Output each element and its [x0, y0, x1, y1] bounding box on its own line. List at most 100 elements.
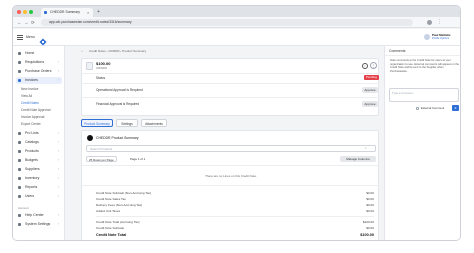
sidebar-item-budgets[interactable]: Budgets › — [16, 157, 62, 164]
inventory-icon — [18, 177, 21, 180]
external-comment-checkbox[interactable] — [416, 107, 419, 110]
breadcrumb-item[interactable]: CR0000 — [108, 49, 119, 53]
sidebar-subitem-new-invoice[interactable]: New Invoice — [21, 86, 61, 92]
chevron-right-icon: › — [57, 140, 59, 144]
breadcrumb-item[interactable]: Credit Notes — [89, 49, 106, 53]
credit-note-number: CR0000 — [96, 66, 108, 70]
info-icon[interactable]: i — [362, 63, 368, 69]
totals-label: Credit Note Subtotal — [96, 226, 124, 230]
sidebar-item-system-settings[interactable]: System Settings › — [16, 221, 62, 228]
sidebar-item-label: Budgets — [25, 158, 38, 162]
sidebar-item-label: Products — [25, 149, 39, 153]
sidebar-item-label: Catalogs — [25, 140, 39, 144]
sidebar-item-requisitions[interactable]: Requisitions › — [16, 59, 62, 66]
profile-icon[interactable] — [427, 20, 432, 25]
chevron-right-icon: › — [57, 158, 59, 162]
home-icon[interactable]: ⌂ — [81, 49, 83, 53]
browser-menu-icon[interactable]: ⋮ — [437, 19, 442, 25]
comments-info-text: Note comments to the Credit Note for use… — [390, 59, 460, 73]
gear-icon — [18, 223, 21, 226]
minimize-window-icon[interactable] — [23, 9, 27, 14]
sidebar-item-users[interactable]: Users › — [16, 193, 62, 200]
totals-label: Credit Note Total (Accruing Tax) — [96, 220, 140, 224]
divider — [96, 216, 374, 217]
sidebar-item-label: Requisitions — [25, 60, 45, 64]
tab-settings[interactable]: Settings — [116, 119, 138, 127]
tab-title: CHEDDR Summary — [50, 10, 80, 14]
comments-title: Comments — [389, 49, 406, 53]
sidebar-item-home[interactable]: Home — [16, 50, 62, 57]
divider — [82, 185, 380, 186]
browser-tab-bar: CHEDDR Summary × + — [13, 6, 460, 17]
new-tab-icon[interactable]: + — [97, 8, 100, 17]
sidebar: Home Requisitions › Purchase Orders › In… — [13, 46, 65, 240]
chevron-right-icon: › — [57, 149, 59, 153]
home-icon — [18, 52, 21, 55]
users-icon — [18, 195, 21, 198]
tab-product-summary[interactable]: Product Summary — [81, 119, 113, 127]
sidebar-item-reports[interactable]: Reports › — [16, 184, 62, 191]
sidebar-item-invoices[interactable]: Invoices › — [16, 77, 62, 84]
manage-columns-button[interactable]: Manage Columns — [340, 156, 376, 162]
close-window-icon[interactable] — [17, 9, 21, 14]
approve-button[interactable]: Approve — [362, 87, 378, 93]
user-profile-link[interactable]: Profile Options — [432, 37, 449, 41]
sidebar-item-help-center[interactable]: Help Center › — [16, 212, 62, 219]
chevron-right-icon: › — [57, 213, 59, 217]
maximize-window-icon[interactable] — [29, 9, 33, 14]
sidebar-item-purchase-orders[interactable]: Purchase Orders › — [16, 68, 62, 75]
menu-label[interactable]: Menu — [26, 34, 35, 40]
approval-label: Operational Approval is Required — [96, 88, 143, 92]
sidebar-item-label: System Settings — [25, 222, 51, 226]
sidebar-item-label: Invoices — [25, 78, 38, 82]
document-icon — [86, 62, 93, 70]
main-content: ⌂ Credit Notes › CR0000 › Product Summar… — [69, 46, 392, 240]
sidebar-item-products[interactable]: Products › — [16, 148, 62, 155]
browser-tab[interactable]: CHEDDR Summary — [41, 8, 93, 17]
forward-icon[interactable]: → — [24, 20, 29, 25]
sidebar-item-suppliers[interactable]: Suppliers › — [16, 166, 62, 173]
divider — [82, 97, 380, 98]
more-options-icon[interactable]: ⋮ — [370, 62, 377, 69]
approve-button[interactable]: Approve — [362, 101, 378, 107]
product-summary-card: CHEDDR Product Summary Search Products ⌕… — [81, 130, 380, 240]
tab-close-icon[interactable]: × — [87, 8, 89, 17]
sidebar-item-inventory[interactable]: Inventory › — [16, 175, 62, 182]
summary-title: CHEDDR Product Summary — [96, 136, 139, 140]
sidebar-item-catalogs[interactable]: Catalogs › — [16, 139, 62, 146]
requisition-icon — [18, 61, 21, 64]
back-icon[interactable]: ← — [17, 20, 22, 25]
totals-value: $0.00 — [366, 197, 374, 201]
tab-attachments[interactable]: Attachments — [141, 119, 167, 127]
sidebar-subitem-view-all[interactable]: View All — [21, 93, 61, 99]
sidebar-subitem-credit-note-approval[interactable]: Credit Note Approval — [21, 107, 61, 113]
sidebar-subitem-export-center[interactable]: Export Center — [21, 121, 61, 127]
app-header: Menu Paul Metfatic Profile Options — [13, 29, 460, 46]
cheddr-logo-icon — [87, 135, 93, 141]
hamburger-icon[interactable] — [17, 35, 23, 36]
totals-value: $0.00 — [366, 191, 374, 195]
sidebar-item-pro-lists[interactable]: Pro Lists › — [16, 130, 62, 137]
rows-per-page-select[interactable]: 25 Rows per Page — [86, 156, 117, 162]
sidebar-item-label: Purchase Orders — [25, 69, 52, 73]
chevron-right-icon: › — [57, 194, 59, 198]
chevron-right-icon: › — [57, 167, 59, 171]
browser-window: CHEDDR Summary × + ← → ⟳ app.cdr-purchas… — [12, 5, 461, 241]
totals-label: Credit Note Subtotal (Non-Accruing Tax) — [96, 191, 152, 195]
status-badge: Pending — [364, 75, 380, 80]
budget-icon — [18, 159, 21, 162]
divider — [82, 83, 380, 84]
address-bar[interactable]: app.cdr-purchasewise.com/credit-notes/33… — [41, 19, 413, 26]
chevron-right-icon: › — [57, 60, 59, 64]
list-icon — [18, 132, 21, 135]
sidebar-subitem-invoice-approval[interactable]: Invoice Approval — [21, 114, 61, 120]
search-input[interactable]: Search Products — [86, 145, 376, 152]
comment-input[interactable]: Type a comment... — [389, 88, 459, 102]
sidebar-subitem-credit-notes[interactable]: Credit Notes — [21, 100, 61, 106]
totals-value: $100.00 — [362, 220, 374, 224]
totals-label: Added Unit Taxes — [96, 209, 121, 213]
avatar[interactable] — [424, 34, 430, 40]
send-icon[interactable]: ➤ — [452, 105, 459, 111]
help-icon — [18, 214, 21, 217]
reload-icon[interactable]: ⟳ — [31, 20, 35, 25]
